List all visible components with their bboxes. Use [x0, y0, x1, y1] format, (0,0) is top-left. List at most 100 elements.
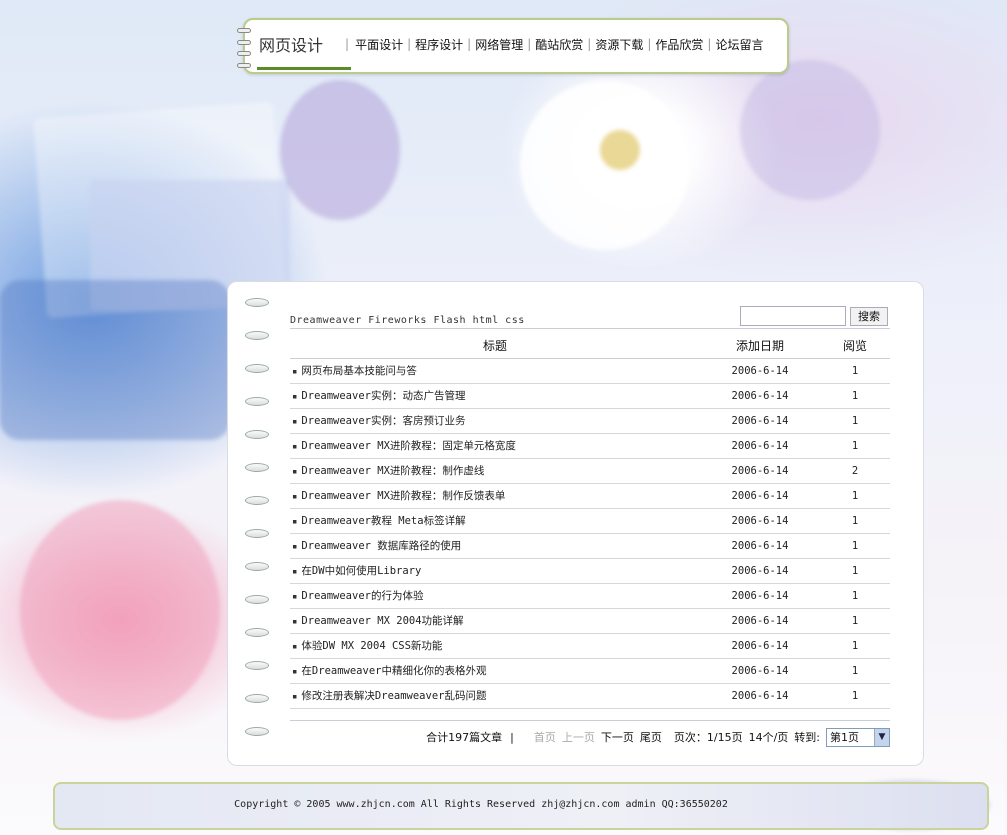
article-date: 2006-6-14 — [700, 458, 820, 484]
article-date: 2006-6-14 — [700, 383, 820, 409]
nav-item-works[interactable]: 作品欣赏 — [655, 36, 703, 53]
goto-label: 转到: — [794, 731, 820, 744]
purple-flowers-image — [280, 80, 400, 220]
divider — [290, 720, 890, 721]
total-count: 合计197篇文章 — [426, 731, 503, 744]
top-navigation: 网页设计 | 平面设计 | 程序设计 | 网络管理 | 酷站欣赏 | 资源下载 … — [237, 18, 789, 74]
binding-ring — [245, 430, 269, 439]
page-select[interactable]: 第1页 ▼ — [826, 727, 890, 747]
column-header-views: 阅览 — [820, 334, 890, 359]
lavender-flowers-image — [740, 60, 880, 200]
article-views: 1 — [820, 508, 890, 534]
article-title-link[interactable]: Dreamweaver实例：客房预订业务 — [290, 408, 700, 434]
binding-ring — [245, 661, 269, 670]
tag-links[interactable]: Dreamweaver Fireworks Flash html css — [290, 315, 525, 326]
article-list-panel: Dreamweaver Fireworks Flash html css 搜索 … — [227, 281, 924, 766]
nav-item-graphic-design[interactable]: 平面设计 — [355, 36, 403, 53]
article-date: 2006-6-14 — [700, 683, 820, 709]
binding-ring — [245, 628, 269, 637]
chevron-down-icon: ▼ — [874, 728, 889, 746]
article-title-link[interactable]: Dreamweaver MX进阶教程：制作反馈表单 — [290, 483, 700, 509]
article-date: 2006-6-14 — [700, 433, 820, 459]
article-date: 2006-6-14 — [700, 658, 820, 684]
article-views: 2 — [820, 458, 890, 484]
table-header-row: 标题 添加日期 阅览 — [290, 334, 890, 359]
article-views: 1 — [820, 583, 890, 609]
table-row: Dreamweaver MX进阶教程：固定单元格宽度2006-6-141 — [290, 433, 890, 459]
next-page-link[interactable]: 下一页 — [601, 729, 634, 745]
article-views: 1 — [820, 633, 890, 659]
search-input[interactable] — [740, 306, 846, 326]
binding-ring — [245, 529, 269, 538]
white-flower-image — [520, 80, 690, 250]
binding-ring — [245, 562, 269, 571]
article-date: 2006-6-14 — [700, 558, 820, 584]
article-table: 标题 添加日期 阅览 网页布局基本技能问与答2006-6-141Dreamwea… — [290, 334, 890, 709]
article-date: 2006-6-14 — [700, 508, 820, 534]
article-title-link[interactable]: Dreamweaver 数据库路径的使用 — [290, 533, 700, 559]
article-title-link[interactable]: 体验DW MX 2004 CSS新功能 — [290, 633, 700, 659]
article-title-link[interactable]: Dreamweaver MX 2004功能详解 — [290, 608, 700, 634]
column-header-title: 标题 — [290, 334, 700, 359]
nav-separator: | — [527, 37, 532, 51]
nav-separator: | — [345, 37, 350, 51]
binding-ring — [245, 364, 269, 373]
article-views: 1 — [820, 433, 890, 459]
article-views: 1 — [820, 383, 890, 409]
page-select-value: 第1页 — [830, 731, 859, 744]
nav-item-network-admin[interactable]: 网络管理 — [475, 36, 523, 53]
binding-ring — [245, 694, 269, 703]
binding-ring — [245, 298, 269, 307]
nav-item-cool-sites[interactable]: 酷站欣赏 — [535, 36, 583, 53]
binding-ring — [245, 727, 269, 736]
binding-ring — [245, 496, 269, 505]
pager-separator: | — [510, 730, 514, 744]
article-title-link[interactable]: Dreamweaver的行为体验 — [290, 583, 700, 609]
article-views: 1 — [820, 358, 890, 384]
article-date: 2006-6-14 — [700, 533, 820, 559]
search-button[interactable]: 搜索 — [850, 307, 888, 326]
article-views: 1 — [820, 408, 890, 434]
table-row: Dreamweaver MX 2004功能详解2006-6-141 — [290, 608, 890, 634]
flower-center-image — [600, 130, 640, 170]
nav-separator: | — [647, 37, 652, 51]
article-title-link[interactable]: Dreamweaver实例：动态广告管理 — [290, 383, 700, 409]
table-row: 在DW中如何使用Library2006-6-141 — [290, 558, 890, 584]
article-title-link[interactable]: 修改注册表解决Dreamweaver乱码问题 — [290, 683, 700, 709]
footer: Copyright © 2005 www.zhjcn.com All Right… — [53, 782, 989, 830]
article-title-link[interactable]: 网页布局基本技能问与答 — [290, 358, 700, 384]
article-date: 2006-6-14 — [700, 408, 820, 434]
article-title-link[interactable]: Dreamweaver教程 Meta标签详解 — [290, 508, 700, 534]
copyright-text: Copyright © 2005 www.zhjcn.com All Right… — [234, 799, 728, 810]
table-row: 在Dreamweaver中精细化你的表格外观2006-6-141 — [290, 658, 890, 684]
table-row: Dreamweaver实例：客房预订业务2006-6-141 — [290, 408, 890, 434]
article-date: 2006-6-14 — [700, 358, 820, 384]
article-views: 1 — [820, 533, 890, 559]
first-page-link: 首页 — [533, 731, 556, 744]
per-page-info: 14个/页 — [748, 731, 789, 744]
article-title-link[interactable]: Dreamweaver MX进阶教程：固定单元格宽度 — [290, 433, 700, 459]
nav-item-downloads[interactable]: 资源下载 — [595, 36, 643, 53]
binding-ring — [245, 331, 269, 340]
spiral-binding — [237, 28, 251, 68]
article-title-link[interactable]: Dreamweaver MX进阶教程：制作虚线 — [290, 458, 700, 484]
article-views: 1 — [820, 558, 890, 584]
table-row: 体验DW MX 2004 CSS新功能2006-6-141 — [290, 633, 890, 659]
table-row: Dreamweaver MX进阶教程：制作反馈表单2006-6-141 — [290, 483, 890, 509]
article-title-link[interactable]: 在DW中如何使用Library — [290, 558, 700, 584]
page-info: 页次：1/15页 — [673, 731, 743, 744]
nav-item-forum[interactable]: 论坛留言 — [715, 36, 763, 53]
divider — [290, 328, 890, 329]
table-row: 修改注册表解决Dreamweaver乱码问题2006-6-141 — [290, 683, 890, 709]
article-views: 1 — [820, 683, 890, 709]
article-date: 2006-6-14 — [700, 483, 820, 509]
nav-separator: | — [407, 37, 412, 51]
keyboard-image — [0, 280, 230, 440]
nav-item-programming[interactable]: 程序设计 — [415, 36, 463, 53]
pink-lily-image — [20, 500, 220, 720]
nav-item-web-design[interactable]: 网页设计 — [256, 32, 352, 70]
article-views: 1 — [820, 658, 890, 684]
last-page-link[interactable]: 尾页 — [640, 729, 662, 745]
article-title-link[interactable]: 在Dreamweaver中精细化你的表格外观 — [290, 658, 700, 684]
table-row: Dreamweaver 数据库路径的使用2006-6-141 — [290, 533, 890, 559]
